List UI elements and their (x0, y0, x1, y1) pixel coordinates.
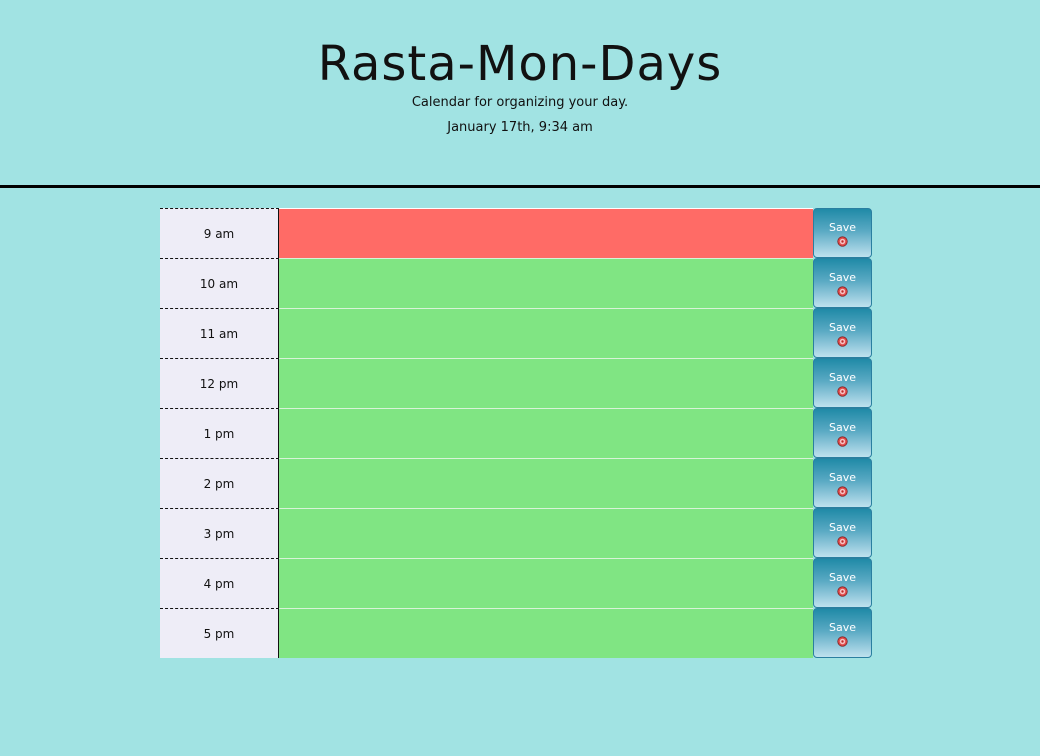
save-button-label: Save (828, 521, 856, 534)
hour-label: 4 pm (160, 558, 279, 608)
save-button[interactable]: Save (813, 508, 872, 558)
event-description-input[interactable] (279, 358, 813, 408)
save-button-label: Save (828, 421, 856, 434)
save-button[interactable]: Save (813, 408, 872, 458)
floppy-disk-icon (837, 636, 848, 647)
event-description-input[interactable] (279, 458, 813, 508)
floppy-disk-icon (837, 286, 848, 297)
save-button-label: Save (828, 371, 856, 384)
hour-label: 3 pm (160, 508, 279, 558)
timeblock-row: 4 pm Save (160, 558, 873, 608)
save-button-label: Save (828, 571, 856, 584)
floppy-disk-icon (837, 536, 848, 547)
hour-label: 1 pm (160, 408, 279, 458)
event-description-input[interactable] (279, 408, 813, 458)
hour-label: 10 am (160, 258, 279, 308)
floppy-disk-icon (837, 336, 848, 347)
hour-label: 2 pm (160, 458, 279, 508)
hour-label: 5 pm (160, 608, 279, 658)
timeblock-row: 10 am Save (160, 258, 873, 308)
event-description-input[interactable] (279, 208, 813, 258)
save-button[interactable]: Save (813, 258, 872, 308)
timeblock-row: 9 am Save (160, 208, 873, 258)
save-button[interactable]: Save (813, 208, 872, 258)
floppy-disk-icon (837, 386, 848, 397)
save-button-label: Save (828, 621, 856, 634)
hour-label: 9 am (160, 208, 279, 258)
event-description-input[interactable] (279, 308, 813, 358)
floppy-disk-icon (837, 236, 848, 247)
event-description-input[interactable] (279, 258, 813, 308)
event-description-input[interactable] (279, 558, 813, 608)
save-button[interactable]: Save (813, 558, 872, 608)
floppy-disk-icon (837, 486, 848, 497)
floppy-disk-icon (837, 586, 848, 597)
hour-label: 11 am (160, 308, 279, 358)
timeblock-list: 9 am Save 10 am Save 11 am Save 12 pm Save 1 pm S… (160, 208, 873, 658)
timeblock-row: 5 pm Save (160, 608, 873, 658)
timeblock-row: 1 pm Save (160, 408, 873, 458)
app-title: Rasta-Mon-Days (317, 36, 723, 92)
event-description-input[interactable] (279, 608, 813, 658)
timeblock-row: 3 pm Save (160, 508, 873, 558)
event-description-input[interactable] (279, 508, 813, 558)
save-button[interactable]: Save (813, 358, 872, 408)
save-button-label: Save (828, 271, 856, 284)
save-button[interactable]: Save (813, 308, 872, 358)
hour-label: 12 pm (160, 358, 279, 408)
timeblock-row: 2 pm Save (160, 458, 873, 508)
save-button-label: Save (828, 471, 856, 484)
timeblock-row: 12 pm Save (160, 358, 873, 408)
save-button[interactable]: Save (813, 608, 872, 658)
app-tagline: Calendar for organizing your day. (411, 95, 629, 110)
page-header: Rasta-Mon-Days Calendar for organizing y… (0, 0, 1040, 188)
save-button-label: Save (828, 221, 856, 234)
floppy-disk-icon (837, 436, 848, 447)
timeblock-row: 11 am Save (160, 308, 873, 358)
save-button-label: Save (828, 321, 856, 334)
current-day: January 17th, 9:34 am (447, 120, 593, 135)
save-button[interactable]: Save (813, 458, 872, 508)
